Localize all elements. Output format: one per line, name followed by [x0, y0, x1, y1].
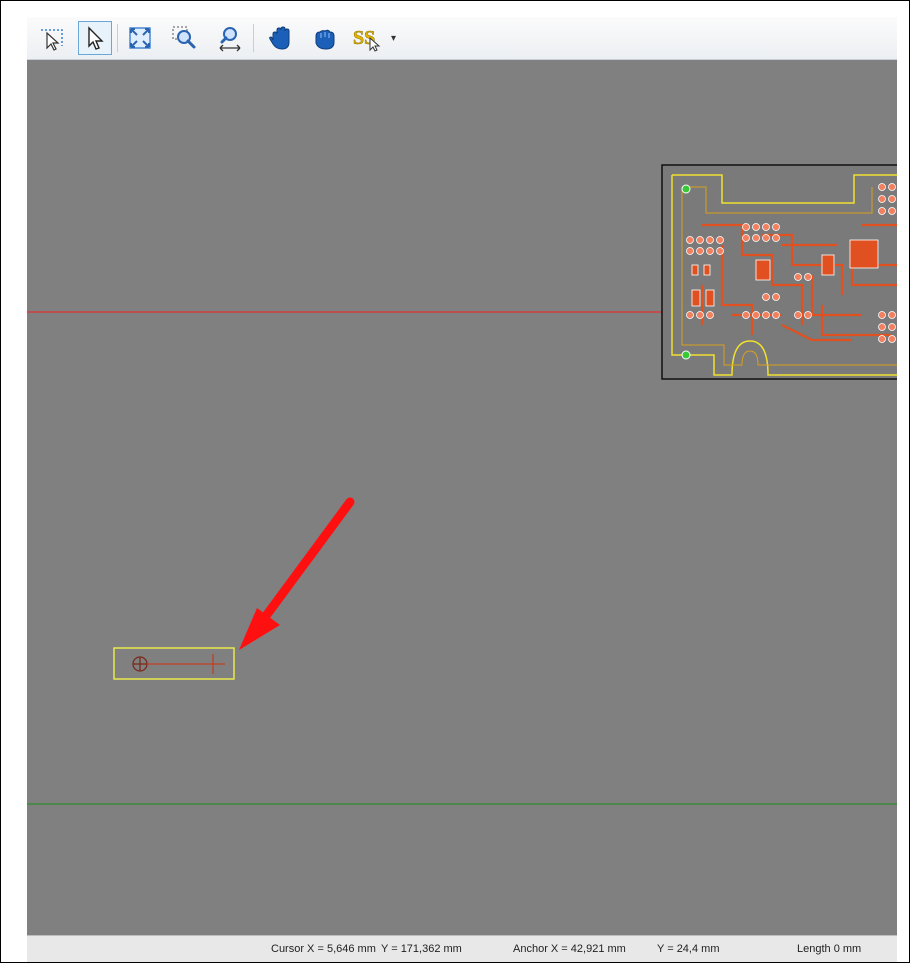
snap-tool-button[interactable]: SS — [351, 21, 385, 55]
anchor-x-readout: Anchor X = 42,921 mm — [513, 943, 626, 955]
arrow-select-icon — [88, 26, 104, 50]
canvas-drawing — [27, 164, 897, 805]
hand-pan-button[interactable] — [263, 21, 297, 55]
cursor-y-label: Y = — [381, 943, 398, 955]
hand-pan-icon — [269, 26, 290, 50]
length-value: 0 mm — [833, 943, 862, 955]
anchor-y-readout: Y = 24,4 mm — [657, 943, 719, 955]
annotation-arrow — [239, 497, 355, 650]
design-canvas[interactable] — [27, 60, 897, 935]
selected-component — [113, 647, 235, 680]
cursor-x-label: Cursor X = — [271, 943, 324, 955]
zoom-window-icon — [172, 26, 196, 49]
length-label: Length — [797, 943, 831, 955]
hand-grab-icon — [315, 29, 335, 50]
anchor-x-value: 42,921 mm — [570, 943, 626, 955]
cursor-x-value: 5,646 mm — [326, 943, 376, 955]
anchor-x-label: Anchor X = — [513, 943, 568, 955]
zoom-fit-button[interactable] — [123, 21, 157, 55]
zoom-fit-icon — [129, 27, 151, 49]
length-readout: Length 0 mm — [797, 943, 861, 955]
lasso-select-icon — [41, 29, 63, 51]
hand-grab-button[interactable] — [307, 21, 341, 55]
zoom-pan-icon — [219, 27, 241, 52]
cursor-y-readout: Y = 171,362 mm — [381, 943, 462, 955]
lasso-select-button[interactable] — [35, 21, 69, 55]
chevron-down-icon[interactable]: ▾ — [391, 33, 396, 44]
arrow-select-button[interactable] — [78, 21, 112, 55]
toolbar: SS ▾ — [27, 17, 897, 60]
anchor-y-label: Y = — [657, 943, 674, 955]
snap-tool-icon: SS — [353, 27, 381, 52]
cursor-x-readout: Cursor X = 5,646 mm — [271, 943, 376, 955]
anchor-y-value: 24,4 mm — [676, 943, 720, 955]
pcb-board — [661, 164, 897, 380]
zoom-pan-button[interactable] — [213, 21, 247, 55]
cursor-y-value: 171,362 mm — [400, 943, 462, 955]
status-bar: Cursor X = 5,646 mm Y = 171,362 mm Ancho… — [27, 935, 897, 962]
zoom-window-button[interactable] — [167, 21, 201, 55]
